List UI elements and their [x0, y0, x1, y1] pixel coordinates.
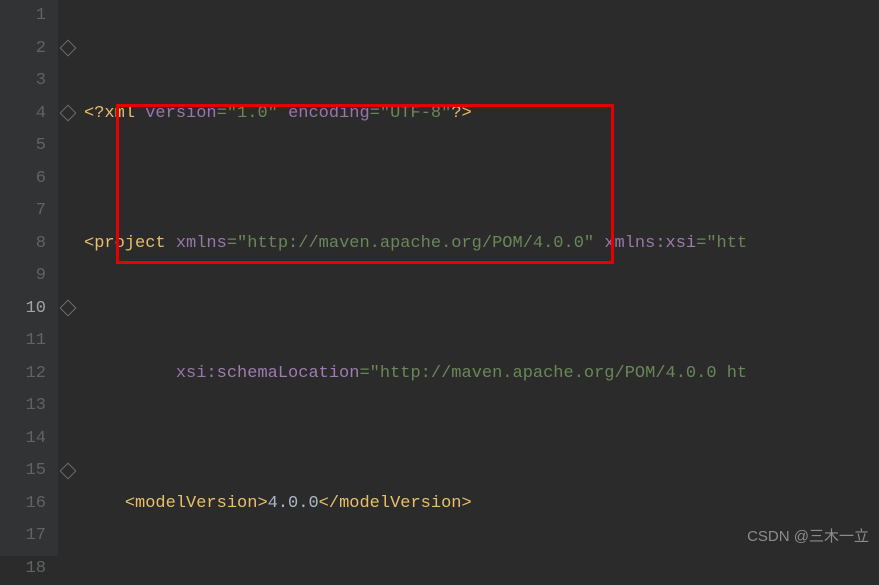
line-number: 8: [6, 228, 46, 261]
line-number: 13: [6, 390, 46, 423]
line-number: 14: [6, 423, 46, 456]
fold-marker-icon[interactable]: [60, 463, 77, 480]
line-number: 4: [6, 98, 46, 131]
line-number: 17: [6, 520, 46, 553]
line-number: 2: [6, 33, 46, 66]
line-number: 18: [6, 553, 46, 585]
line-number: 7: [6, 195, 46, 228]
fold-marker-icon[interactable]: [60, 40, 77, 57]
line-number: 3: [6, 65, 46, 98]
line-number: 15: [6, 455, 46, 488]
code-line[interactable]: xsi:schemaLocation="http://maven.apache.…: [80, 358, 879, 391]
fold-marker-icon[interactable]: [60, 105, 77, 122]
line-number: 10: [6, 293, 46, 326]
code-line[interactable]: <?xml version="1.0" encoding="UTF-8"?>: [80, 98, 879, 131]
fold-column: [58, 0, 80, 556]
line-number: 6: [6, 163, 46, 196]
line-number: 16: [6, 488, 46, 521]
code-line[interactable]: <modelVersion>4.0.0</modelVersion>: [80, 488, 879, 521]
fold-marker-icon[interactable]: [60, 300, 77, 317]
line-number: 9: [6, 260, 46, 293]
code-line[interactable]: <project xmlns="http://maven.apache.org/…: [80, 228, 879, 261]
line-number: 12: [6, 358, 46, 391]
code-area[interactable]: <?xml version="1.0" encoding="UTF-8"?> <…: [80, 0, 879, 556]
line-number: 11: [6, 325, 46, 358]
line-number: 5: [6, 130, 46, 163]
code-editor[interactable]: 1 2 3 4 5 6 7 8 9 10 11 12 13 14 15 16 1…: [0, 0, 879, 556]
line-number-gutter: 1 2 3 4 5 6 7 8 9 10 11 12 13 14 15 16 1…: [0, 0, 58, 556]
line-number: 1: [6, 0, 46, 33]
